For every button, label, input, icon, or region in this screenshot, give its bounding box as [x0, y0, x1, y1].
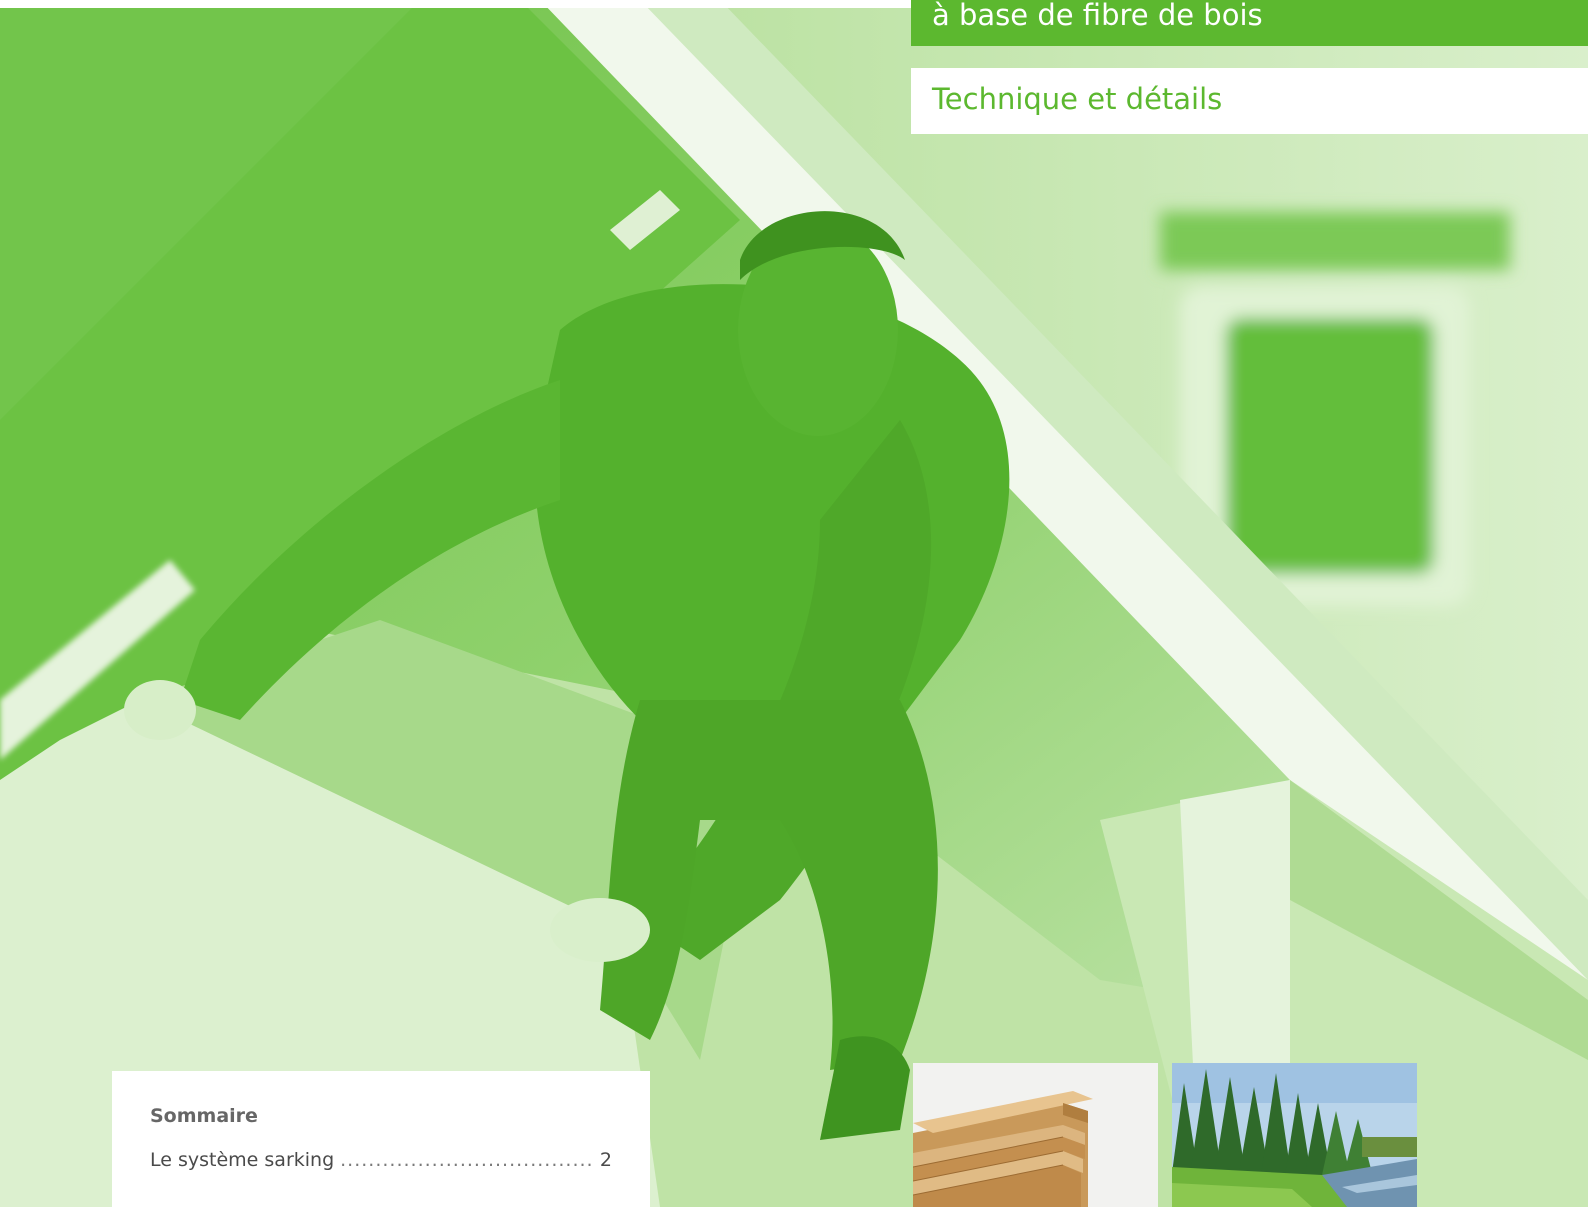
table-of-contents: Sommaire Le système sarking 2	[112, 1071, 650, 1207]
wood-fibre-boards-photo	[913, 1063, 1158, 1207]
toc-dot-leader	[340, 1149, 594, 1171]
toc-entry-page: 2	[599, 1149, 612, 1171]
toc-heading: Sommaire	[150, 1105, 258, 1127]
cover-photo	[0, 0, 1588, 1207]
forest-river-photo	[1172, 1063, 1417, 1207]
document-subtitle: Technique et détails	[932, 82, 1223, 116]
toc-entry[interactable]: Le système sarking 2	[150, 1149, 612, 1171]
toc-entry-label: Le système sarking	[150, 1149, 335, 1171]
subtitle-box: Technique et détails	[911, 68, 1588, 134]
document-title: à base de fibre de bois	[932, 0, 1263, 32]
title-bar: à base de fibre de bois	[911, 0, 1588, 46]
brochure-cover: à base de fibre de bois Technique et dét…	[0, 0, 1588, 1207]
